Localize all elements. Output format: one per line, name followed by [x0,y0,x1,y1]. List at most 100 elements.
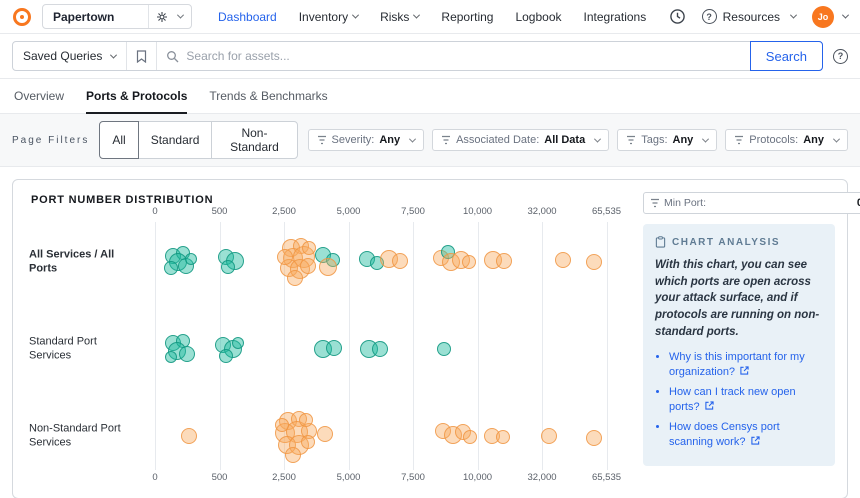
nav-item-label: Risks [380,10,409,24]
nav-item-integrations[interactable]: Integrations [584,10,647,24]
chart-bubble [541,428,557,444]
port-distribution-panel: PORT NUMBER DISTRIBUTION 005005002,5002,… [12,179,848,498]
external-link-icon [705,401,714,410]
nav-item-risks[interactable]: Risks [380,10,419,24]
filter-label: Tags: [641,134,667,146]
history-clock-button[interactable] [669,8,686,25]
chevron-down-icon [110,51,117,58]
gridline [478,222,479,470]
filter-segment-all[interactable]: All [99,121,138,159]
chart-row-label: Non-Standard Port Services [29,422,135,451]
censys-logo[interactable] [12,7,32,27]
chart-column: PORT NUMBER DISTRIBUTION 005005002,5002,… [25,192,631,486]
chart-bubble [299,413,313,427]
analysis-link-item: How can I track new open ports? [669,385,823,415]
chart-bubble [277,249,293,265]
chevron-down-icon [177,12,184,19]
chart-bubble [496,253,512,269]
bookmark-icon [136,50,147,63]
nav-item-reporting[interactable]: Reporting [441,10,493,24]
nav-item-label: Dashboard [218,10,277,24]
filter-value: Any [379,134,400,146]
main-content: PORT NUMBER DISTRIBUTION 005005002,5002,… [0,167,860,498]
x-axis-label-top: 2,500 [272,206,296,217]
chevron-down-icon [413,12,420,19]
chart-bubble [319,258,337,276]
chart-bubble [586,254,602,270]
filter-segment-non-standard[interactable]: Non-Standard [211,121,297,159]
bookmark-button[interactable] [127,42,157,70]
filter-lines-icon [650,198,660,208]
help-circle-icon: ? [702,9,717,24]
chart-bubble [164,261,178,275]
min-port-field[interactable]: Min Port: [643,192,860,214]
chart-bubble [301,435,315,449]
nav-item-inventory[interactable]: Inventory [299,10,358,24]
chevron-down-icon [594,135,601,142]
port-range-inputs: Min Port: Max Port: [643,192,835,214]
tab-ports-protocols[interactable]: Ports & Protocols [86,89,187,114]
workspace-selector[interactable]: Papertown [42,4,192,29]
resources-label: Resources [723,10,780,24]
chart-bubble [392,253,408,269]
x-axis-label-top: 32,000 [527,206,556,217]
filter-segment-standard[interactable]: Standard [138,121,213,159]
min-port-label: Min Port: [664,197,706,209]
chart-row-label: Standard Port Services [29,335,135,364]
page-filters-label: Page Filters [12,135,89,146]
port-distribution-chart: 005005002,5002,5005,0005,0007,5007,50010… [25,206,631,484]
analysis-link-item: Why is this important for my organizatio… [669,350,823,380]
chart-bubble [317,426,333,442]
filter-chips: Severity: Any Associated Date:All Data Tags… [308,129,848,151]
search-help-icon[interactable]: ? [833,49,848,64]
filter-value: Any [803,134,824,146]
min-port-input[interactable] [710,197,860,209]
topbar-right: ? Resources Jo [669,6,848,28]
chart-bubble [285,447,301,463]
x-axis-label-top: 0 [152,206,157,217]
chevron-down-icon [702,135,709,142]
analysis-links: Why is this important for my organizatio… [655,350,823,449]
gear-icon[interactable] [156,11,168,23]
chart-bubble [326,340,342,356]
filter-dropdown-severity[interactable]: Severity: Any [308,129,425,151]
x-axis-label-bottom: 5,000 [337,472,361,483]
chevron-down-icon [842,12,849,19]
search-button[interactable]: Search [750,41,823,71]
x-axis-label-top: 5,000 [337,206,361,217]
chevron-down-icon [409,135,416,142]
filter-lines-icon [626,135,636,145]
saved-queries-dropdown[interactable]: Saved Queries [13,42,127,70]
filter-lines-icon [317,135,327,145]
panel-title: PORT NUMBER DISTRIBUTION [31,194,631,206]
resources-menu[interactable]: ? Resources [702,9,796,24]
search-box: Saved Queries Search [12,41,823,71]
chart-bubble [463,430,477,444]
nav-item-logbook[interactable]: Logbook [515,10,561,24]
x-axis-label-top: 10,000 [463,206,492,217]
tab-trends-benchmarks[interactable]: Trends & Benchmarks [209,89,327,113]
filter-dropdown-tags[interactable]: Tags:Any [617,129,717,151]
analysis-link[interactable]: How can I track new open ports? [669,386,796,413]
clipboard-icon [655,236,666,248]
nav-item-label: Integrations [584,10,647,24]
analysis-link[interactable]: Why is this important for my organizatio… [669,351,805,378]
search-input[interactable] [186,49,740,63]
filter-value: All Data [544,134,585,146]
nav-item-dashboard[interactable]: Dashboard [218,10,277,24]
chart-bubble [275,418,289,432]
filter-label: Severity: [332,134,375,146]
analysis-link[interactable]: How does Censys port scanning work? [669,421,780,448]
nav-item-label: Reporting [441,10,493,24]
filter-lines-icon [734,135,744,145]
x-axis-label-bottom: 500 [212,472,228,483]
tab-overview[interactable]: Overview [14,89,64,113]
user-menu[interactable]: Jo [812,6,848,28]
chart-bubble [179,346,195,362]
analysis-body: With this chart, you can see which ports… [655,257,823,340]
filter-dropdown-protocols[interactable]: Protocols:Any [725,129,848,151]
chart-bubble [302,241,316,255]
filter-dropdown-associated-date[interactable]: Associated Date:All Data [432,129,609,151]
chart-bubble [372,341,388,357]
workspace-name: Papertown [53,10,114,24]
